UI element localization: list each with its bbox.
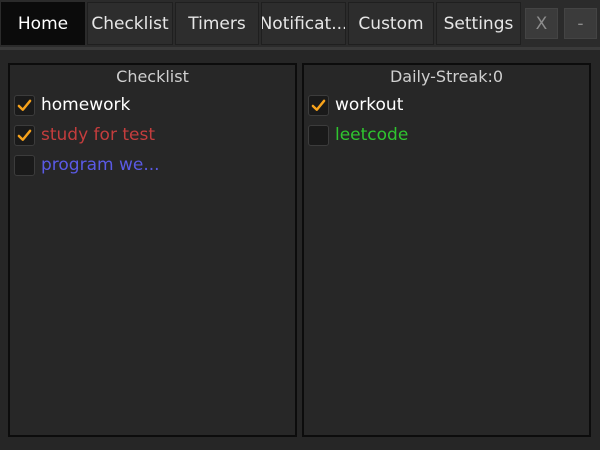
checkbox[interactable]	[14, 94, 35, 116]
daily-item[interactable]: leetcode	[308, 123, 408, 147]
checklist-panel-title: Checklist	[116, 67, 189, 86]
item-label: leetcode	[335, 125, 409, 145]
daily-streak-title: Daily-Streak:0	[389, 67, 504, 86]
tab-settings[interactable]: Settings	[436, 2, 521, 45]
minimize-button[interactable]: -	[564, 8, 597, 39]
tab-divider	[0, 47, 600, 50]
tab-home[interactable]: Home	[1, 2, 85, 45]
tab-timers[interactable]: Timers	[175, 2, 259, 45]
checklist-panel: Checklist homework study for test progra…	[8, 63, 297, 437]
item-label: workout	[335, 95, 404, 115]
app-window: Home Checklist Timers Notificat... Custo…	[0, 0, 600, 450]
checklist-item[interactable]: study for test	[14, 123, 155, 147]
checklist-item[interactable]: homework	[14, 93, 130, 117]
checklist-item[interactable]: program we...	[14, 153, 160, 177]
tab-custom[interactable]: Custom	[348, 2, 434, 45]
checkmark-icon	[17, 129, 32, 141]
checkmark-icon	[311, 99, 326, 111]
checkmark-icon	[17, 99, 32, 111]
item-label: homework	[41, 95, 131, 115]
item-label: program we...	[41, 155, 160, 175]
item-label: study for test	[41, 125, 155, 145]
tab-notifications[interactable]: Notificat...	[261, 2, 346, 45]
checkbox[interactable]	[308, 124, 329, 146]
daily-item[interactable]: workout	[308, 93, 403, 117]
daily-streak-panel: Daily-Streak:0 workout leetcode	[302, 63, 591, 437]
checkbox[interactable]	[14, 124, 35, 146]
close-button[interactable]: X	[525, 8, 558, 39]
tab-bar: Home Checklist Timers Notificat... Custo…	[0, 0, 600, 48]
checkbox[interactable]	[14, 154, 35, 176]
tab-checklist[interactable]: Checklist	[87, 2, 173, 45]
checkbox[interactable]	[308, 94, 329, 116]
